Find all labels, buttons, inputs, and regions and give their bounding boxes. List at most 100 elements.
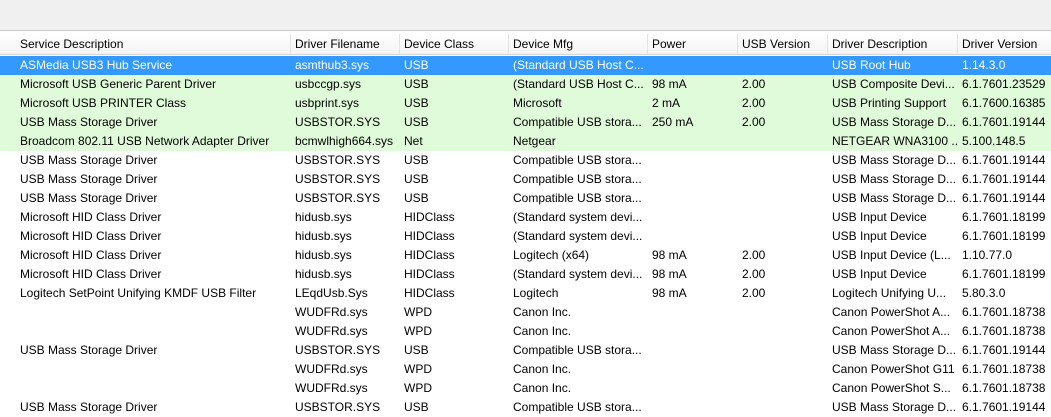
table-row[interactable]: USB Mass Storage Driver USBSTOR.SYS USB Com…: [0, 113, 1051, 132]
cell-usb-version: 2.00: [742, 77, 766, 91]
cell-usb-version: [738, 208, 828, 227]
table-row[interactable]: WUDFRd.sys WPD Canon Inc. Canon PowerShot G…: [0, 360, 1051, 379]
cell-device-class: WPD: [404, 381, 432, 395]
table-row[interactable]: USB Mass Storage Driver USBSTOR.SYS USB Com…: [0, 151, 1051, 170]
cell-service-description: Microsoft HID Class Driver: [20, 267, 162, 281]
cell-device-mfg: (Standard system devi...: [513, 267, 643, 281]
cell-device-class: WPD: [404, 362, 432, 376]
cell-driver-version: 6.1.7601.19144: [962, 191, 1046, 205]
cell-driver-description: USB Mass Storage D...: [832, 172, 957, 186]
cell-service-description: Broadcom 802.11 USB Network Adapter Driv…: [20, 134, 270, 148]
cell-service-description: [16, 360, 291, 379]
column-header-usb-version[interactable]: USB Version: [738, 34, 828, 54]
column-header-driver-version[interactable]: Driver Version: [958, 34, 1051, 54]
column-header-service-description[interactable]: Service Description: [16, 34, 291, 54]
cell-driver-description: Canon PowerShot S...: [832, 381, 951, 395]
cell-device-class: HIDClass: [404, 286, 455, 300]
cell-driver-filename: WUDFRd.sys: [295, 381, 368, 395]
cell-device-mfg: Compatible USB stora...: [513, 172, 642, 186]
cell-service-description: [16, 379, 291, 398]
cell-driver-description: USB Input Device (L...: [832, 248, 951, 262]
cell-driver-filename: USBSTOR.SYS: [295, 343, 381, 357]
cell-power: [648, 227, 738, 246]
column-header-power[interactable]: Power: [648, 34, 738, 54]
cell-device-class: USB: [404, 343, 429, 357]
column-header-driver-description[interactable]: Driver Description: [828, 34, 958, 54]
table-row[interactable]: USB Mass Storage Driver USBSTOR.SYS USB Com…: [0, 341, 1051, 360]
cell-power: [648, 189, 738, 208]
cell-device-mfg: (Standard USB Host C...: [513, 77, 644, 91]
table-row[interactable]: WUDFRd.sys WPD Canon Inc. Canon PowerShot A…: [0, 303, 1051, 322]
cell-power: [648, 208, 738, 227]
cell-service-description: Microsoft HID Class Driver: [20, 229, 162, 243]
cell-power: [648, 132, 738, 151]
table-row[interactable]: WUDFRd.sys WPD Canon Inc. Canon PowerShot S…: [0, 379, 1051, 398]
cell-driver-description: USB Mass Storage D...: [832, 191, 957, 205]
cell-driver-version: 6.1.7601.19144: [962, 153, 1046, 167]
cell-service-description: USB Mass Storage Driver: [20, 400, 158, 414]
table-row[interactable]: Microsoft HID Class Driver hidusb.sys HIDC…: [0, 265, 1051, 284]
cell-device-class: USB: [404, 172, 429, 186]
table-row[interactable]: WUDFRd.sys WPD Canon Inc. Canon PowerShot A…: [0, 322, 1051, 341]
column-header-device-class[interactable]: Device Class: [400, 34, 509, 54]
cell-driver-version: 6.1.7601.18199: [962, 267, 1046, 281]
cell-usb-version: [738, 132, 828, 151]
cell-driver-description: USB Root Hub: [832, 58, 911, 72]
cell-power: 98 mA: [652, 267, 687, 281]
cell-device-class: HIDClass: [404, 210, 455, 224]
table-row[interactable]: Microsoft HID Class Driver hidusb.sys HIDC…: [0, 227, 1051, 246]
table-row[interactable]: USB Mass Storage Driver USBSTOR.SYS USB Com…: [0, 170, 1051, 189]
cell-power: 98 mA: [652, 77, 687, 91]
cell-driver-version: 6.1.7601.19144: [962, 400, 1046, 414]
table-row[interactable]: Microsoft HID Class Driver hidusb.sys HIDC…: [0, 246, 1051, 265]
table-row[interactable]: Broadcom 802.11 USB Network Adapter Driv…: [0, 132, 1051, 151]
cell-driver-version: 6.1.7601.19144: [962, 115, 1046, 129]
cell-driver-version: 1.14.3.0: [962, 58, 1006, 72]
cell-service-description: USB Mass Storage Driver: [20, 115, 158, 129]
column-header-device-mfg[interactable]: Device Mfg: [509, 34, 648, 54]
cell-device-mfg: Compatible USB stora...: [513, 153, 642, 167]
cell-driver-description: NETGEAR WNA3100 ...: [832, 134, 958, 148]
cell-driver-description: USB Mass Storage D...: [832, 153, 957, 167]
table-row[interactable]: Logitech SetPoint Unifying KMDF USB Filt…: [0, 284, 1051, 303]
table-row[interactable]: Microsoft USB Generic Parent Driver usbcc…: [0, 75, 1051, 94]
cell-driver-description: Logitech Unifying U...: [832, 286, 947, 300]
cell-usb-version: [738, 360, 828, 379]
cell-power: [648, 360, 738, 379]
cell-device-mfg: (Standard system devi...: [513, 229, 643, 243]
cell-power: [648, 398, 738, 417]
cell-device-mfg: (Standard system devi...: [513, 210, 643, 224]
table-row[interactable]: USB Mass Storage Driver USBSTOR.SYS USB Com…: [0, 189, 1051, 208]
cell-usb-version: [738, 341, 828, 360]
cell-power: 98 mA: [652, 248, 687, 262]
cell-driver-filename: USBSTOR.SYS: [295, 172, 381, 186]
column-header-driver-filename[interactable]: Driver Filename: [291, 34, 400, 54]
cell-device-mfg: Microsoft: [513, 96, 562, 110]
cell-device-class: USB: [404, 153, 429, 167]
cell-device-class: USB: [404, 115, 429, 129]
cell-driver-version: 1.10.77.0: [962, 248, 1013, 262]
cell-driver-filename: USBSTOR.SYS: [295, 400, 381, 414]
cell-driver-description: USB Printing Support: [832, 96, 947, 110]
cell-driver-filename: WUDFRd.sys: [295, 324, 368, 338]
cell-driver-filename: hidusb.sys: [295, 210, 352, 224]
cell-device-mfg: Logitech: [513, 286, 559, 300]
cell-device-class: WPD: [404, 324, 432, 338]
cell-device-class: USB: [404, 58, 429, 72]
cell-device-mfg: Compatible USB stora...: [513, 343, 642, 357]
cell-device-mfg: (Standard USB Host C...: [513, 58, 644, 72]
cell-usb-version: 2.00: [742, 96, 766, 110]
table-row[interactable]: ASMedia USB3 Hub Service asmthub3.sys USB (…: [0, 56, 1051, 75]
table-row[interactable]: Microsoft HID Class Driver hidusb.sys HIDC…: [0, 208, 1051, 227]
cell-device-class: WPD: [404, 305, 432, 319]
cell-driver-version: 6.1.7601.19144: [962, 343, 1046, 357]
cell-power: [648, 303, 738, 322]
cell-driver-filename: hidusb.sys: [295, 248, 352, 262]
cell-service-description: [16, 303, 291, 322]
table-row[interactable]: Microsoft USB PRINTER Class usbprint.sys U…: [0, 94, 1051, 113]
cell-driver-version: 6.1.7601.19144: [962, 172, 1046, 186]
cell-driver-version: 6.1.7601.23529: [962, 77, 1046, 91]
table-row[interactable]: USB Mass Storage Driver USBSTOR.SYS USB Com…: [0, 398, 1051, 417]
cell-device-mfg: Canon Inc.: [513, 305, 572, 319]
cell-driver-version: 5.80.3.0: [962, 286, 1006, 300]
